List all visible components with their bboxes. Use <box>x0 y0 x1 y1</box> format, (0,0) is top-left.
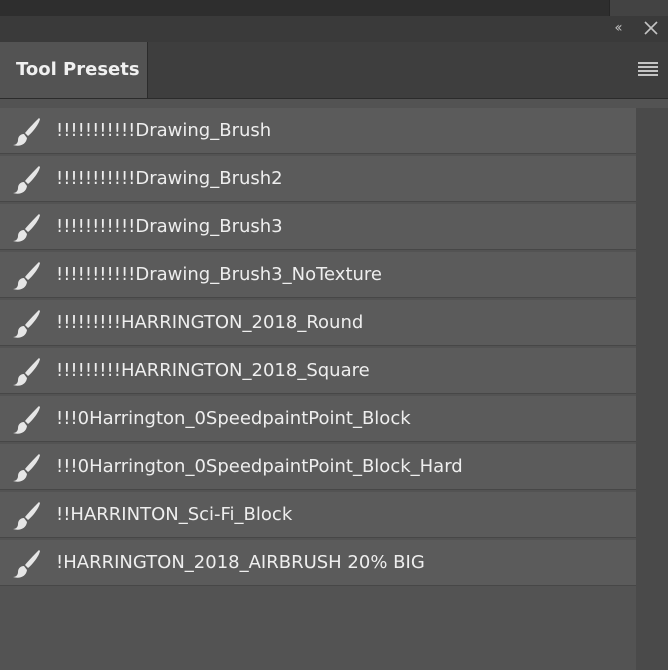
panel-menu-icon[interactable] <box>638 61 658 77</box>
preset-row[interactable]: !!!!!!!!!!!Drawing_Brush <box>0 108 636 154</box>
preset-row[interactable]: !!HARRINTON_Sci-Fi_Block <box>0 492 636 538</box>
preset-label: !HARRINGTON_2018_AIRBRUSH 20% BIG <box>56 552 425 573</box>
brush-icon <box>13 214 40 242</box>
brush-icon <box>13 550 40 578</box>
preset-label: !!!!!!!!!HARRINGTON_2018_Round <box>56 312 364 333</box>
tab-label: Tool Presets <box>16 59 140 80</box>
preset-label: !!HARRINTON_Sci-Fi_Block <box>56 504 293 525</box>
brush-icon <box>13 118 40 146</box>
preset-row[interactable]: !!!!!!!!!HARRINGTON_2018_Square <box>0 348 636 394</box>
preset-label: !!!!!!!!!!!Drawing_Brush <box>56 120 272 141</box>
preset-label: !!!!!!!!!!!Drawing_Brush2 <box>56 168 283 189</box>
brush-icon <box>13 262 40 290</box>
brush-icon <box>13 502 40 530</box>
brush-icon <box>13 310 40 338</box>
preset-row[interactable]: !!!!!!!!!!!Drawing_Brush2 <box>0 156 636 202</box>
brush-icon <box>13 358 40 386</box>
brush-icon <box>13 454 40 482</box>
preset-label: !!!!!!!!!!!Drawing_Brush3_NoTexture <box>56 264 382 285</box>
brush-icon <box>13 166 40 194</box>
double-chevron-left-icon[interactable]: ‹‹ <box>608 19 626 37</box>
preset-label: !!!!!!!!!!!Drawing_Brush3 <box>56 216 283 237</box>
brush-icon <box>13 406 40 434</box>
preset-row[interactable]: !!!0Harrington_0SpeedpaintPoint_Block_Ha… <box>0 444 636 490</box>
workspace-top-bar-right <box>609 0 668 16</box>
panel-title-bar: ‹‹ <box>0 16 668 43</box>
preset-row[interactable]: !!!0Harrington_0SpeedpaintPoint_Block <box>0 396 636 442</box>
preset-label: !!!0Harrington_0SpeedpaintPoint_Block_Ha… <box>56 456 463 477</box>
preset-list: !!!!!!!!!!!Drawing_Brush !!!!!!!!!!!Draw… <box>0 108 636 588</box>
scrollbar-track[interactable] <box>636 108 668 670</box>
close-icon[interactable] <box>642 19 660 37</box>
preset-label: !!!!!!!!!HARRINGTON_2018_Square <box>56 360 370 381</box>
workspace-top-bar <box>0 0 668 16</box>
preset-row[interactable]: !!!!!!!!!!!Drawing_Brush3 <box>0 204 636 250</box>
preset-row[interactable]: !HARRINGTON_2018_AIRBRUSH 20% BIG <box>0 540 636 586</box>
preset-row[interactable]: !!!!!!!!!!!Drawing_Brush3_NoTexture <box>0 252 636 298</box>
preset-row[interactable]: !!!!!!!!!HARRINGTON_2018_Round <box>0 300 636 346</box>
tab-tool-presets[interactable]: Tool Presets <box>0 42 148 98</box>
panel-tab-bar: Tool Presets <box>0 42 668 99</box>
preset-label: !!!0Harrington_0SpeedpaintPoint_Block <box>56 408 411 429</box>
